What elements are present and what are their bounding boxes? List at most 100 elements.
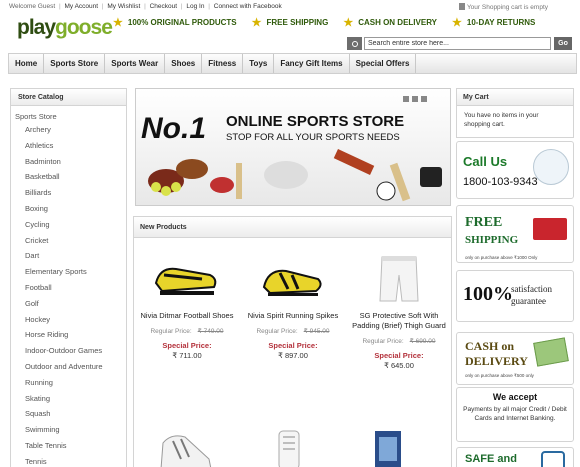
catalog-item[interactable]: Elementary Sports: [11, 264, 126, 280]
store-catalog-title: Store Catalog: [11, 89, 126, 106]
nav-fitness[interactable]: Fitness: [202, 54, 244, 73]
catalog-item[interactable]: Indoor-Outdoor Games: [11, 343, 126, 359]
sports-equipment-image: [148, 149, 442, 202]
promo-strip: ★ 100% ORIGINAL PRODUCTS ★ FREE SHIPPING ★…: [113, 16, 580, 29]
prev-icon[interactable]: [403, 96, 409, 102]
catalog-item[interactable]: Athletics: [11, 138, 126, 154]
new-products-title: New Products: [134, 217, 451, 238]
free-shipping-line1: FREE: [465, 215, 503, 230]
catalog-item[interactable]: Cricket: [11, 233, 126, 249]
special-price-label: Special Price:: [162, 341, 212, 350]
accept-title: We accept: [492, 392, 538, 402]
product-name[interactable]: Nivia Ditmar Football Shoes: [134, 311, 240, 321]
product-image[interactable]: [373, 429, 403, 467]
product-image[interactable]: [258, 253, 328, 305]
catalog-item[interactable]: Running: [11, 375, 126, 391]
product-card[interactable]: Nivia Ditmar Football Shoes Regular Pric…: [134, 253, 240, 360]
catalog-item[interactable]: Boxing: [11, 201, 126, 217]
product-name[interactable]: Nivia Spirit Running Spikes: [240, 311, 346, 321]
catalog-item[interactable]: Skating: [11, 391, 126, 407]
special-price: ₹ 897.00: [278, 351, 308, 360]
my-cart: My Cart You have no items in your shoppi…: [456, 88, 574, 138]
store-catalog: Store Catalog Sports Store Archery Athle…: [10, 88, 127, 467]
search-bar: Go: [347, 37, 572, 50]
phone-icon: [533, 149, 569, 185]
cod-note: only on purchase above ₹500 only: [465, 373, 534, 378]
my-wishlist-link[interactable]: My Wishlist: [107, 3, 140, 10]
my-account-link[interactable]: My Account: [64, 3, 98, 10]
catalog-item[interactable]: Dart: [11, 248, 126, 264]
catalog-item[interactable]: Hockey: [11, 312, 126, 328]
catalog-item[interactable]: Basketball: [11, 169, 126, 185]
next-icon[interactable]: [412, 96, 418, 102]
safe-box: SAFE and: [456, 447, 574, 467]
facebook-connect-link[interactable]: Connect with Facebook: [214, 3, 282, 10]
guarantee-line2: guarantee: [511, 296, 546, 306]
banner-headline: ONLINE SPORTS STORE: [226, 113, 405, 130]
product-card[interactable]: SG Protective Soft With Padding (Brief) …: [346, 253, 452, 370]
catalog-item[interactable]: Archery: [11, 122, 126, 138]
cart-status-text: Your Shopping cart is empty: [466, 4, 548, 11]
catalog-item[interactable]: Tennis: [11, 454, 126, 467]
special-price: ₹ 645.00: [384, 361, 414, 370]
special-price: ₹ 711.00: [172, 351, 202, 360]
regular-price: Regular Price: ₹ 945.00: [256, 328, 330, 335]
nav-shoes[interactable]: Shoes: [165, 54, 203, 73]
promo-cod: ★ CASH ON DELIVERY: [343, 16, 437, 29]
lock-icon: [541, 451, 565, 467]
product-image[interactable]: [269, 429, 309, 467]
product-image[interactable]: [152, 253, 222, 305]
regular-price: Regular Price: ₹ 699.00: [362, 338, 436, 345]
star-icon: ★: [113, 17, 123, 29]
logo-part-goose: goose: [55, 16, 113, 39]
product-image[interactable]: [151, 429, 221, 467]
promo-returns: ★ 10-DAY RETURNS: [452, 16, 535, 29]
nav-sports-store[interactable]: Sports Store: [44, 54, 106, 73]
promo-original: ★ 100% ORIGINAL PRODUCTS: [113, 16, 237, 29]
product-image[interactable]: [364, 253, 434, 305]
promo-label: CASH ON DELIVERY: [358, 18, 438, 27]
catalog-item[interactable]: Golf: [11, 296, 126, 312]
search-go-button[interactable]: Go: [554, 37, 572, 50]
banner-no1: No.1: [141, 112, 207, 145]
free-shipping-line2: SHIPPING: [465, 234, 519, 246]
main-nav: Home Sports Store Sports Wear Shoes Fitn…: [8, 53, 577, 74]
search-input[interactable]: [364, 37, 551, 50]
banner-tagline: STOP FOR ALL YOUR SPORTS NEEDS: [226, 132, 400, 143]
search-icon: [347, 37, 362, 50]
hero-banner[interactable]: No.1 ONLINE SPORTS STORE STOP FOR ALL YO…: [135, 88, 451, 206]
login-link[interactable]: Log In: [186, 3, 204, 10]
product-card[interactable]: Nivia Spirit Running Spikes Regular Pric…: [240, 253, 346, 360]
nav-sports-wear[interactable]: Sports Wear: [105, 54, 166, 73]
cod-line1: CASH on: [465, 339, 515, 353]
cash-icon: [533, 337, 569, 367]
checkout-link[interactable]: Checkout: [150, 3, 177, 10]
catalog-item[interactable]: Outdoor and Adventure: [11, 359, 126, 375]
call-us-label: Call Us: [463, 154, 508, 169]
catalog-item[interactable]: Cycling: [11, 217, 126, 233]
catalog-item[interactable]: Horse Riding: [11, 327, 126, 343]
catalog-item[interactable]: Squash: [11, 406, 126, 422]
promo-shipping: ★ FREE SHIPPING: [252, 16, 329, 29]
nav-special-offers[interactable]: Special Offers: [350, 54, 417, 73]
free-shipping-box: FREE SHIPPING only on purchase above ₹10…: [456, 205, 574, 263]
star-icon: ★: [251, 17, 262, 29]
cod-line2: DELIVERY: [465, 354, 528, 368]
payment-accept-box: We accept Payments by all major Credit /…: [456, 387, 574, 442]
nav-fancy-gift-items[interactable]: Fancy Gift Items: [274, 54, 350, 73]
catalog-item[interactable]: Table Tennis: [11, 438, 126, 454]
catalog-item[interactable]: Badminton: [11, 154, 126, 170]
product-name[interactable]: SG Protective Soft With Padding (Brief) …: [346, 311, 452, 331]
star-icon: ★: [343, 17, 354, 29]
logo[interactable]: playgoose: [17, 16, 113, 40]
catalog-item[interactable]: Football: [11, 280, 126, 296]
nav-home[interactable]: Home: [9, 54, 45, 73]
catalog-item[interactable]: Billiards: [11, 185, 126, 201]
banner-controls: [403, 96, 427, 102]
pause-icon[interactable]: [421, 96, 427, 102]
catalog-root-link[interactable]: Sports Store: [11, 106, 126, 122]
cart-status[interactable]: Your Shopping cart is empty: [458, 3, 548, 11]
catalog-item[interactable]: Swimming: [11, 422, 126, 438]
nav-toys[interactable]: Toys: [243, 54, 275, 73]
call-us-box: Call Us 1800-103-9343: [456, 141, 574, 199]
